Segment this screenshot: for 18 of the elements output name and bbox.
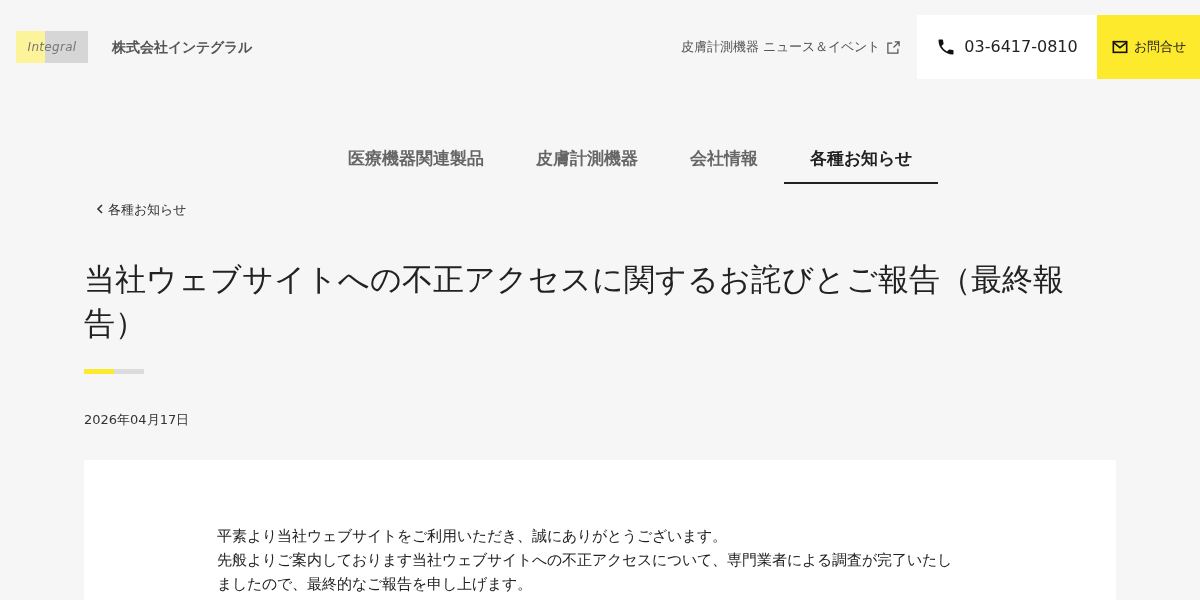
news-link[interactable]: 皮膚計測機器 ニュース＆イベント <box>680 37 901 57</box>
article-date: 2026年04月17日 <box>84 411 191 429</box>
company-name: 株式会社インテグラル <box>112 37 252 57</box>
paragraph: 平素より当社ウェブサイトをご利用いただき、誠にありがとうございます。 <box>217 525 728 547</box>
nav-tab[interactable]: 皮膚計測機器 <box>510 144 664 184</box>
paragraph: 先般よりご案内しております当社ウェブサイトへの不正アクセスについて、専門業者による調査が完了いたしましたので、最終的なご報告を申し上げます。 <box>217 549 953 595</box>
contact-button[interactable]: お問合せ <box>1097 15 1200 79</box>
nav-tab[interactable]: 会社情報 <box>664 144 784 184</box>
title-underline <box>84 369 144 374</box>
phone-icon <box>936 37 957 57</box>
article-title: 当社ウェブサイトへの不正アクセスに関するお詫びとご報告（最終報告） <box>84 260 1065 343</box>
chevron-left-icon <box>96 204 104 215</box>
nav-tab[interactable]: 各種お知らせ <box>784 144 938 184</box>
external-link-icon <box>886 39 901 55</box>
mail-icon <box>1111 40 1128 54</box>
breadcrumb-link[interactable]: 各種お知らせ <box>96 199 186 219</box>
phone-number[interactable]: 03-6417-0810 <box>917 15 1097 79</box>
nav-tab[interactable]: 医療機器関連製品 <box>322 144 510 184</box>
